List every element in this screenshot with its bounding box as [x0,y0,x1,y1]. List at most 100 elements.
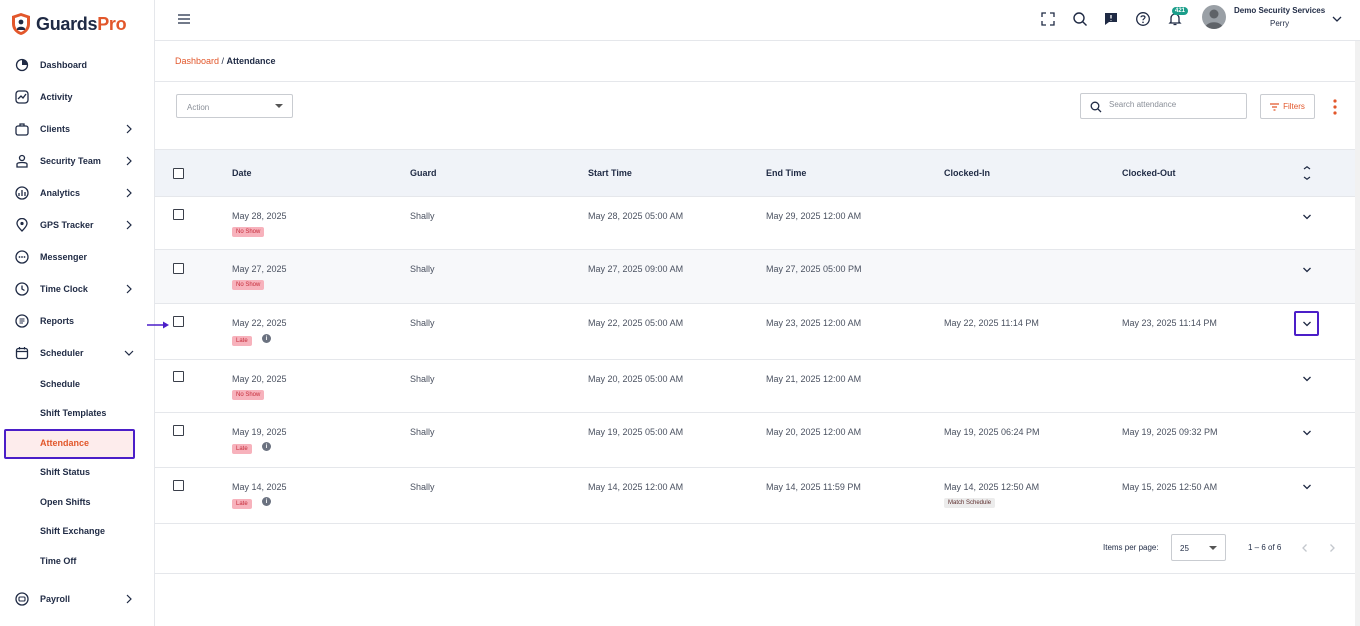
table-row[interactable]: May 19, 2025 Late i Shally May 19, 2025 … [155,413,1355,468]
cell-start-time: May 28, 2025 05:00 AM [588,211,684,221]
column-header-guard[interactable]: Guard [410,168,437,178]
items-per-page-select[interactable]: 25 [1171,534,1226,561]
cell-guard[interactable]: Shally [410,318,435,328]
feedback-icon[interactable] [1103,11,1119,27]
cell-clocked-in: May 19, 2025 06:24 PM [944,427,1040,437]
chevron-down-icon[interactable] [1331,13,1343,25]
status-badge: Late [232,499,252,509]
cell-end-time: May 21, 2025 12:00 AM [766,374,862,384]
cell-start-time: May 20, 2025 05:00 AM [588,374,684,384]
expand-row-chevron-icon[interactable] [1302,429,1312,437]
app-logo[interactable]: GuardsPro [10,12,127,36]
row-checkbox[interactable] [173,316,184,327]
expand-row-button-highlighted[interactable] [1294,311,1319,336]
cell-guard[interactable]: Shally [410,374,435,384]
status-badge: Late [232,444,252,454]
help-icon[interactable] [1135,11,1151,27]
table-row[interactable]: May 28, 2025 No Show Shally May 28, 2025… [155,197,1355,250]
next-page-icon[interactable] [1327,543,1337,553]
sidebar-item-activity[interactable]: Activity [0,81,155,113]
column-header-clocked-out[interactable]: Clocked-Out [1122,168,1176,178]
column-header-date[interactable]: Date [232,168,252,178]
info-icon[interactable]: i [262,334,271,343]
dashboard-icon [14,58,29,73]
collapse-all-icon[interactable] [1302,166,1312,180]
sidebar-item-reports[interactable]: Reports [0,305,155,337]
filters-button[interactable]: Filters [1260,94,1315,119]
sidebar-item-time-clock[interactable]: Time Clock [0,273,155,305]
row-checkbox[interactable] [173,371,184,382]
sidebar-item-gps-tracker[interactable]: GPS Tracker [0,209,155,241]
logo-main-text: Guards [36,13,98,34]
row-checkbox[interactable] [173,209,184,220]
sidebar-sub-open-shifts[interactable]: Open Shifts [0,487,155,517]
sidebar-sub-label: Shift Templates [40,408,107,419]
row-checkbox[interactable] [173,480,184,491]
chevron-right-icon [126,220,132,230]
sidebar-item-label: Activity [40,92,73,102]
more-options-icon[interactable] [1333,99,1337,115]
sidebar-nav: Dashboard Activity Clients Security Team… [0,49,155,615]
sidebar-item-scheduler[interactable]: Scheduler [0,337,155,369]
sidebar-sub-shift-exchange[interactable]: Shift Exchange [0,517,155,547]
hamburger-menu-icon[interactable] [177,12,191,26]
info-icon[interactable]: i [262,442,271,451]
expand-row-chevron-icon[interactable] [1302,483,1312,491]
row-checkbox[interactable] [173,425,184,436]
chevron-right-icon [126,188,132,198]
messenger-icon [14,250,29,265]
security-team-icon [14,154,29,169]
fullscreen-icon[interactable] [1040,11,1056,27]
cell-guard[interactable]: Shally [410,427,435,437]
previous-page-icon[interactable] [1300,543,1310,553]
expand-row-chevron-icon[interactable] [1302,375,1312,383]
sidebar-item-clients[interactable]: Clients [0,113,155,145]
sidebar-sub-time-off[interactable]: Time Off [0,546,155,576]
search-icon[interactable] [1072,11,1088,27]
pointer-arrow-icon [147,321,169,329]
info-icon[interactable]: i [262,497,271,506]
sidebar-item-dashboard[interactable]: Dashboard [0,49,155,81]
action-dropdown[interactable]: Action [176,94,293,118]
sidebar-item-label: GPS Tracker [40,220,94,230]
sidebar-item-analytics[interactable]: Analytics [0,177,155,209]
cell-end-time: May 20, 2025 12:00 AM [766,427,862,437]
cell-guard[interactable]: Shally [410,264,435,274]
sidebar-sub-label: Time Off [40,555,77,566]
status-badge: No Show [232,280,265,290]
user-name[interactable]: Demo Security Services [1234,6,1325,15]
sidebar-item-security-team[interactable]: Security Team [0,145,155,177]
select-all-checkbox[interactable] [173,168,184,179]
pagination-range: 1 – 6 of 6 [1248,543,1282,552]
expand-row-chevron-icon[interactable] [1302,266,1312,274]
sidebar-sub-label: Shift Exchange [40,526,106,537]
expand-row-chevron-icon[interactable] [1302,213,1312,221]
breadcrumb-link-dashboard[interactable]: Dashboard [175,56,219,66]
cell-guard[interactable]: Shally [410,482,435,492]
table-header: Date Guard Start Time End Time Clocked-I… [155,149,1355,197]
sidebar-item-messenger[interactable]: Messenger [0,241,155,273]
search-box[interactable] [1080,93,1247,119]
column-header-start-time[interactable]: Start Time [588,168,632,178]
page-scrollbar[interactable] [1355,41,1360,626]
table-row[interactable]: May 14, 2025 Late i Shally May 14, 2025 … [155,468,1355,524]
row-checkbox[interactable] [173,263,184,274]
cell-guard[interactable]: Shally [410,211,435,221]
column-header-clocked-in[interactable]: Clocked-In [944,168,990,178]
caret-down-icon [275,104,283,108]
sidebar-sub-shift-templates[interactable]: Shift Templates [0,399,155,429]
avatar[interactable] [1202,5,1226,29]
sidebar-sub-schedule[interactable]: Schedule [0,369,155,399]
table-row[interactable]: May 22, 2025 Late i Shally May 22, 2025 … [155,304,1355,360]
sidebar-item-label: Payroll [40,593,71,604]
column-header-end-time[interactable]: End Time [766,168,806,178]
sidebar-sub-shift-status[interactable]: Shift Status [0,458,155,488]
search-input[interactable] [1109,100,1239,109]
chevron-right-icon [126,284,132,294]
sidebar-sub-attendance[interactable]: Attendance [0,428,155,459]
sidebar-item-payroll[interactable]: Payroll [0,583,155,615]
shield-logo-icon [12,13,30,35]
table-row[interactable]: May 20, 2025 No Show Shally May 20, 2025… [155,360,1355,413]
table-row[interactable]: May 27, 2025 No Show Shally May 27, 2025… [155,250,1355,304]
sidebar-item-label: Clients [40,124,71,134]
